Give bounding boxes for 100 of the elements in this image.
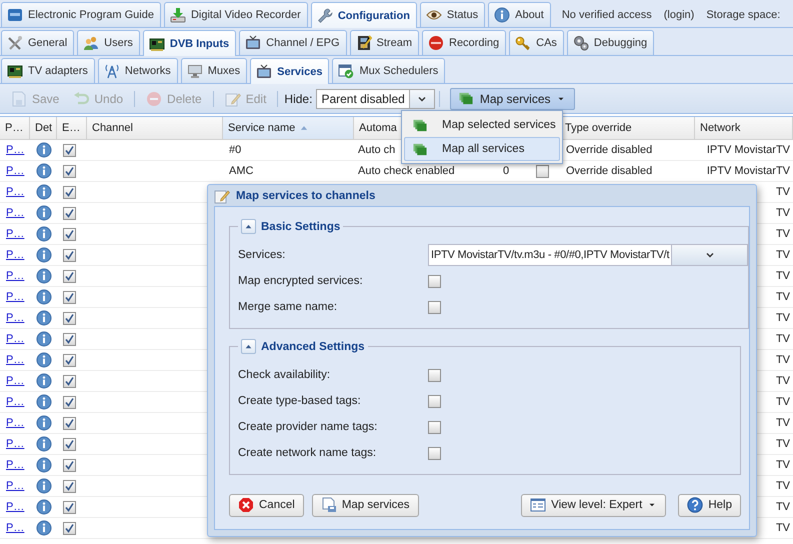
play-link[interactable]: P… xyxy=(6,207,24,219)
info-icon[interactable] xyxy=(36,205,52,221)
info-icon[interactable] xyxy=(36,478,52,494)
checkbox[interactable] xyxy=(428,420,441,434)
checkbox[interactable] xyxy=(428,394,441,408)
play-link[interactable]: P… xyxy=(6,375,24,387)
column-header[interactable]: Service name xyxy=(223,117,354,139)
hide-select[interactable]: Parent disabled xyxy=(316,88,435,108)
tab[interactable]: Services xyxy=(250,58,330,84)
collapse-button[interactable] xyxy=(241,339,256,354)
checkbox[interactable] xyxy=(63,332,76,346)
info-icon[interactable] xyxy=(36,268,52,284)
checkbox[interactable] xyxy=(428,274,441,288)
checkbox[interactable] xyxy=(63,248,76,262)
play-link[interactable]: P… xyxy=(6,333,24,345)
map-services-button[interactable]: Map services xyxy=(450,88,575,110)
info-icon[interactable] xyxy=(36,373,52,389)
tab[interactable]: Muxes xyxy=(180,58,248,83)
menu-item[interactable]: Map all services xyxy=(404,137,560,161)
tab[interactable]: Configuration xyxy=(310,2,417,28)
info-icon[interactable] xyxy=(36,499,52,515)
tab[interactable]: Networks xyxy=(98,58,178,83)
play-link[interactable]: P… xyxy=(6,291,24,303)
play-link[interactable]: P… xyxy=(6,417,24,429)
info-icon[interactable] xyxy=(36,436,52,452)
map-services-button[interactable]: Map services xyxy=(312,494,419,516)
column-header[interactable]: Det xyxy=(30,117,57,139)
play-link[interactable]: P… xyxy=(6,270,24,282)
play-link[interactable]: P… xyxy=(6,522,24,534)
checkbox[interactable] xyxy=(63,354,76,366)
checkbox[interactable] xyxy=(63,396,76,408)
checkbox[interactable] xyxy=(63,206,76,220)
tab[interactable]: Mux Schedulers xyxy=(332,58,446,83)
checkbox[interactable] xyxy=(63,438,76,450)
info-icon[interactable] xyxy=(36,415,52,431)
play-link[interactable]: P… xyxy=(6,396,24,408)
checkbox[interactable] xyxy=(63,186,76,198)
play-link[interactable]: P… xyxy=(6,228,24,240)
checkbox[interactable] xyxy=(63,480,76,492)
checkbox[interactable] xyxy=(63,500,76,514)
collapse-button[interactable] xyxy=(241,219,256,234)
checkbox[interactable] xyxy=(428,446,441,460)
tab[interactable]: Digital Video Recorder xyxy=(164,2,308,27)
tab[interactable]: Debugging xyxy=(566,30,654,55)
play-link[interactable]: P… xyxy=(6,144,24,156)
tab[interactable]: Electronic Program Guide xyxy=(1,2,161,27)
checkbox[interactable] xyxy=(428,368,441,382)
tab[interactable]: Channel / EPG xyxy=(239,30,347,55)
play-link[interactable]: P… xyxy=(6,480,24,492)
tab[interactable]: Recording xyxy=(422,30,506,55)
info-icon[interactable] xyxy=(36,310,52,326)
play-link[interactable]: P… xyxy=(6,354,24,366)
info-icon[interactable] xyxy=(36,331,52,347)
view-level-button[interactable]: View level: Expert xyxy=(521,494,666,516)
menu-item[interactable]: Map selected services xyxy=(404,113,560,137)
help-button[interactable]: Help xyxy=(678,494,741,516)
info-icon[interactable] xyxy=(36,184,52,200)
info-icon[interactable] xyxy=(36,520,52,536)
tab[interactable]: General xyxy=(1,30,74,55)
tab[interactable]: About xyxy=(488,2,551,27)
info-icon[interactable] xyxy=(36,142,52,158)
checkbox[interactable] xyxy=(63,228,76,240)
checkbox[interactable] xyxy=(63,290,76,304)
info-icon[interactable] xyxy=(36,226,52,242)
tab[interactable]: Users xyxy=(77,30,140,55)
checkbox[interactable] xyxy=(63,144,76,156)
checkbox[interactable] xyxy=(428,300,441,314)
play-link[interactable]: P… xyxy=(6,501,24,513)
tab[interactable]: Status xyxy=(420,2,486,27)
play-link[interactable]: P… xyxy=(6,186,24,198)
play-link[interactable]: P… xyxy=(6,312,24,324)
cancel-button[interactable]: Cancel xyxy=(229,494,304,516)
info-icon[interactable] xyxy=(36,247,52,263)
info-icon[interactable] xyxy=(36,289,52,305)
tab[interactable]: CAs xyxy=(509,30,564,55)
checkbox[interactable] xyxy=(63,374,76,388)
checkbox[interactable] xyxy=(63,312,76,324)
tab[interactable]: TV adapters xyxy=(1,58,95,83)
info-icon[interactable] xyxy=(36,352,52,368)
tab[interactable]: Stream xyxy=(350,30,419,55)
play-link[interactable]: P… xyxy=(6,249,24,261)
field-label: Services: xyxy=(238,249,286,261)
checkbox[interactable] xyxy=(63,270,76,282)
checkbox[interactable] xyxy=(63,522,76,534)
play-link[interactable]: P… xyxy=(6,459,24,471)
play-link[interactable]: P… xyxy=(6,165,24,177)
column-header[interactable]: E… xyxy=(57,117,87,139)
info-icon[interactable] xyxy=(36,394,52,410)
services-select[interactable]: IPTV MovistarTV/tv.m3u - #0/#0,IPTV MovistarTV/t xyxy=(428,244,748,266)
info-icon[interactable] xyxy=(36,163,52,179)
login-link[interactable]: (login) xyxy=(664,8,694,20)
checkbox[interactable] xyxy=(63,164,76,178)
checkbox[interactable] xyxy=(536,164,549,178)
checkbox[interactable] xyxy=(63,416,76,430)
column-header[interactable]: Network xyxy=(695,117,793,139)
column-header[interactable]: P… xyxy=(0,117,30,139)
checkbox[interactable] xyxy=(63,458,76,472)
tab[interactable]: DVB Inputs xyxy=(142,30,236,56)
info-icon[interactable] xyxy=(36,457,52,473)
play-link[interactable]: P… xyxy=(6,438,24,450)
